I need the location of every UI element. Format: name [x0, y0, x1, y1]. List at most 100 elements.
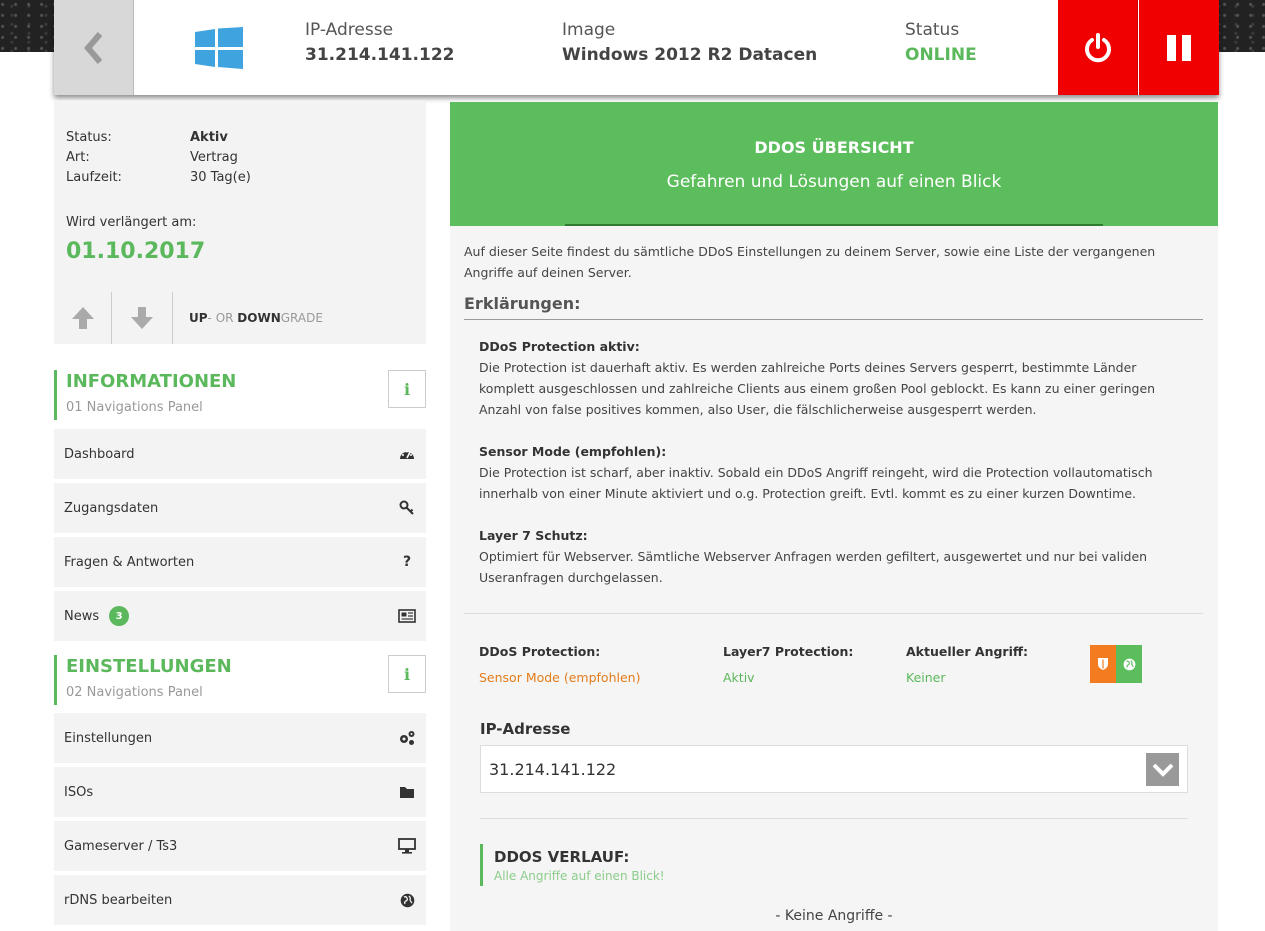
arrow-up-icon — [71, 307, 94, 329]
current-attack-status: Aktueller Angriff: Keiner — [906, 644, 1028, 685]
type-val: Vertrag — [190, 150, 238, 165]
image-label: Image — [562, 20, 616, 40]
einstellungen-section: EINSTELLUNGEN 02 Navigations Panel i — [54, 655, 426, 705]
protection-toggle-group — [1090, 645, 1142, 683]
shield-button[interactable] — [1090, 645, 1116, 683]
chevron-down-icon[interactable] — [1146, 753, 1179, 786]
term-key: Laufzeit: — [66, 170, 122, 185]
grade-tail: GRADE — [280, 311, 323, 325]
banner-divider — [565, 224, 1103, 226]
section-subtitle: 02 Navigations Panel — [66, 685, 203, 700]
downgrade-button[interactable] — [112, 292, 173, 344]
sidebar-item-rdns[interactable]: rDNS bearbeiten — [54, 875, 426, 925]
server-header: IP-Adresse 31.214.141.122 Image Windows … — [54, 0, 1219, 95]
explanation-text: Die Protection ist dauerhaft aktiv. Es w… — [479, 360, 1156, 417]
power-button[interactable] — [1058, 0, 1138, 95]
status-field: Status ONLINE — [905, 20, 977, 65]
grade-sep: - OR — [207, 311, 238, 325]
monitor-icon — [398, 837, 416, 855]
arrow-down-icon — [131, 307, 153, 329]
account-info-box: Status: Aktiv Art: Vertrag Laufzeit: 30 … — [54, 102, 426, 344]
sidebar-item-zugangsdaten[interactable]: Zugangsdaten — [54, 483, 426, 533]
stat-label: Aktueller Angriff: — [906, 644, 1028, 659]
upgrade-button[interactable] — [54, 292, 112, 344]
grade-row: UP- OR DOWNGRADE — [54, 292, 426, 344]
explanations-divider — [464, 319, 1203, 320]
status-val: Aktiv — [190, 130, 228, 145]
stat-label: Layer7 Protection: — [723, 644, 854, 659]
explanation-heading: Sensor Mode (empfohlen): — [479, 444, 667, 459]
dashboard-gauge-icon — [398, 445, 416, 463]
sidebar-item-einstellungen[interactable]: Einstellungen — [54, 713, 426, 763]
ddos-main-panel: DDOS ÜBERSICHT Gefahren und Lösungen auf… — [450, 102, 1218, 931]
banner-title: DDOS ÜBERSICHT — [754, 138, 914, 157]
term-row: Laufzeit: 30 Tag(e) — [66, 170, 251, 185]
explanation-text: Die Protection ist scharf, aber inaktiv.… — [479, 465, 1153, 501]
grade-down: DOWN — [237, 311, 281, 325]
no-attacks-text: - Keine Angriffe - — [775, 908, 893, 924]
explanation-heading: DDoS Protection aktiv: — [479, 339, 640, 354]
ddos-banner: DDOS ÜBERSICHT Gefahren und Lösungen auf… — [450, 102, 1218, 226]
question-icon: ? — [402, 554, 412, 570]
ddos-history-header: DDOS VERLAUF: Alle Angriffe auf einen Bl… — [480, 844, 665, 886]
ip-select-value: 31.214.141.122 — [489, 759, 617, 779]
ip-address-select[interactable]: 31.214.141.122 — [480, 745, 1188, 793]
chevron-left-icon — [83, 31, 102, 64]
ip-label: IP-Adresse — [305, 20, 394, 40]
sidebar-item-dashboard[interactable]: Dashboard — [54, 429, 426, 479]
sidebar-item-label: rDNS bearbeiten — [64, 892, 173, 908]
banner-subtitle: Gefahren und Lösungen auf einen Blick — [666, 172, 1002, 192]
sidebar-item-gameserver[interactable]: Gameserver / Ts3 — [54, 821, 426, 871]
explanation-ddos-protection: DDoS Protection aktiv: Die Protection is… — [479, 336, 1179, 420]
explanations-title: Erklärungen: — [464, 294, 581, 313]
stat-value: Aktiv — [723, 670, 755, 685]
stat-label: DDoS Protection: — [479, 644, 601, 659]
sidebar-item-label: News — [64, 608, 100, 624]
explanation-text: Optimiert für Webserver. Sämtliche Webse… — [479, 549, 1148, 585]
sidebar-item-label: Zugangsdaten — [64, 500, 159, 516]
windows-logo-icon — [134, 0, 304, 95]
renew-label: Wird verlängert am: — [66, 215, 197, 230]
pause-button[interactable] — [1139, 0, 1219, 95]
sidebar-item-label: Fragen & Antworten — [64, 554, 195, 570]
newspaper-icon — [398, 607, 416, 625]
info-button[interactable]: i — [388, 655, 426, 693]
explanation-sensor-mode: Sensor Mode (empfohlen): Die Protection … — [479, 441, 1179, 504]
explanation-layer7: Layer 7 Schutz: Optimiert für Webserver.… — [479, 525, 1179, 588]
status-row: Status: Aktiv — [66, 130, 228, 145]
history-subtitle: Alle Angriffe auf einen Blick! — [494, 869, 665, 883]
status-label: Status — [905, 20, 960, 40]
sidebar-item-isos[interactable]: ISOs — [54, 767, 426, 817]
intro-text: Auf dieser Seite findest du sämtliche DD… — [464, 244, 1156, 280]
sidebar-item-faq[interactable]: Fragen & Antworten ? — [54, 537, 426, 587]
news-count-badge: 3 — [109, 606, 130, 626]
sidebar-item-label: Dashboard — [64, 446, 135, 462]
status-key: Status: — [66, 130, 112, 145]
globe-icon — [398, 891, 416, 909]
layer7-protection-status: Layer7 Protection: Aktiv — [723, 644, 853, 685]
sidebar-item-label: Gameserver / Ts3 — [64, 838, 178, 854]
folder-icon — [398, 783, 416, 801]
sidebar-item-news[interactable]: News 3 — [54, 591, 426, 641]
explanation-heading: Layer 7 Schutz: — [479, 528, 588, 543]
stat-value: Sensor Mode (empfohlen) — [479, 670, 641, 685]
image-value: Windows 2012 R2 Datacen — [562, 45, 818, 65]
grade-text[interactable]: UP- OR DOWNGRADE — [189, 311, 323, 325]
globe-button[interactable] — [1116, 645, 1142, 683]
section-title: INFORMATIONEN — [66, 371, 237, 392]
back-button[interactable] — [54, 0, 134, 95]
section-title: EINSTELLUNGEN — [66, 656, 232, 677]
globe-icon — [1123, 658, 1135, 670]
shield-icon — [1098, 658, 1108, 670]
info-button[interactable]: i — [388, 370, 426, 408]
power-icon — [1084, 32, 1111, 62]
gears-icon — [398, 729, 416, 747]
divider — [464, 613, 1203, 614]
term-val: 30 Tag(e) — [190, 170, 251, 185]
ip-select-label: IP-Adresse — [480, 720, 571, 738]
ip-value: 31.214.141.122 — [305, 45, 455, 65]
sidebar: Status: Aktiv Art: Vertrag Laufzeit: 30 … — [54, 102, 426, 925]
grade-up: UP — [189, 311, 208, 325]
type-row: Art: Vertrag — [66, 150, 238, 165]
status-value: ONLINE — [905, 45, 977, 65]
